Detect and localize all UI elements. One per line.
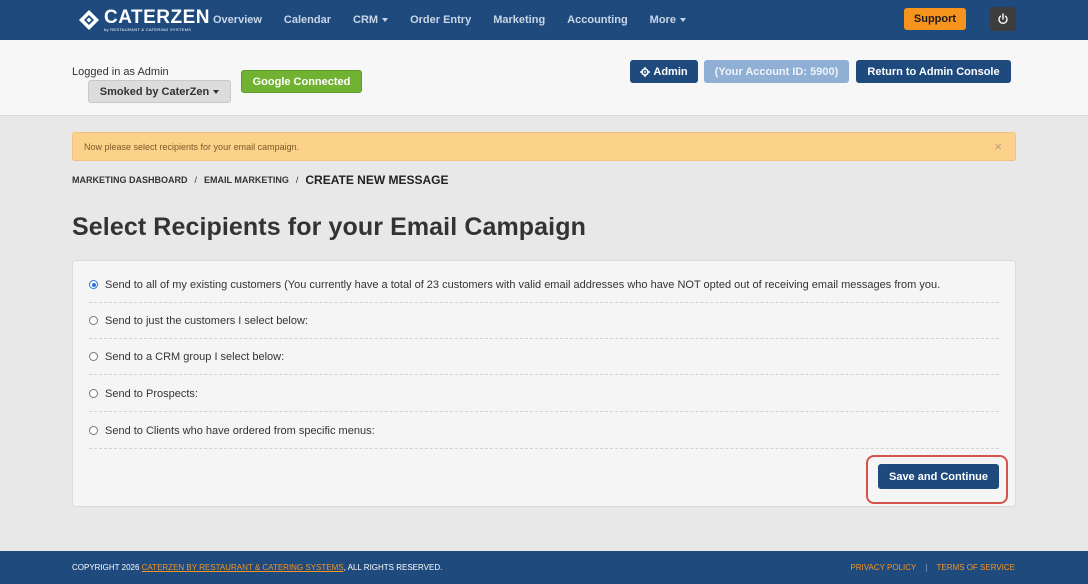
caterzen-link[interactable]: CATERZEN BY RESTAURANT & CATERING SYSTEM… — [142, 563, 344, 572]
caterzen-logo[interactable]: CATERZEN by RESTAURANT & CATERING SYSTEM… — [78, 8, 210, 32]
gear-icon — [640, 66, 651, 77]
radio-button[interactable] — [89, 280, 98, 289]
recipient-option-select-customers[interactable]: Send to just the customers I select belo… — [89, 303, 999, 339]
privacy-policy-link[interactable]: PRIVACY POLICY — [850, 563, 916, 572]
breadcrumb-marketing-dashboard[interactable]: MARKETING DASHBOARD — [72, 175, 188, 185]
nav-marketing[interactable]: Marketing — [493, 14, 545, 26]
nav-crm[interactable]: CRM — [353, 14, 389, 26]
logged-in-text: Logged in as Admin — [72, 66, 169, 78]
nav-order-entry[interactable]: Order Entry — [410, 14, 471, 26]
radio-button[interactable] — [89, 426, 98, 435]
caret-down-icon — [382, 18, 389, 22]
power-icon — [998, 13, 1008, 25]
breadcrumb-email-marketing[interactable]: EMAIL MARKETING — [204, 175, 289, 185]
account-selector-dropdown[interactable]: Smoked by CaterZen — [88, 80, 231, 103]
footer-divider: | — [925, 563, 928, 572]
recipients-panel: Send to all of my existing customers (Yo… — [72, 260, 1016, 507]
breadcrumb-current: CREATE NEW MESSAGE — [305, 173, 449, 187]
brand-tagline: by RESTAURANT & CATERING SYSTEMS — [104, 27, 192, 32]
breadcrumb-separator: / — [194, 175, 198, 185]
nav-more[interactable]: More — [650, 14, 686, 26]
top-navbar: CATERZEN by RESTAURANT & CATERING SYSTEM… — [0, 0, 1088, 40]
nav-accounting[interactable]: Accounting — [567, 14, 628, 26]
breadcrumb: MARKETING DASHBOARD / EMAIL MARKETING / … — [72, 173, 449, 187]
copyright-text: COPYRIGHT 2026 CATERZEN BY RESTAURANT & … — [72, 563, 443, 572]
alert-message: Now please select recipients for your em… — [84, 141, 300, 152]
info-alert: Now please select recipients for your em… — [72, 132, 1016, 161]
nav-overview[interactable]: Overview — [213, 14, 262, 26]
diamond-logo-icon — [78, 9, 100, 31]
google-connected-badge[interactable]: Google Connected — [241, 70, 362, 93]
nav-calendar[interactable]: Calendar — [284, 14, 331, 26]
radio-button[interactable] — [89, 352, 98, 361]
support-button[interactable]: Support — [904, 8, 966, 30]
caret-down-icon — [213, 89, 220, 94]
caret-down-icon — [679, 18, 686, 22]
radio-button[interactable] — [89, 389, 98, 398]
close-icon[interactable]: × — [994, 139, 1002, 154]
account-id-badge: (Your Account ID: 5900) — [704, 60, 849, 83]
terms-of-service-link[interactable]: TERMS OF SERVICE — [936, 563, 1015, 572]
footer-links: PRIVACY POLICY | TERMS OF SERVICE — [850, 563, 1015, 572]
page-title: Select Recipients for your Email Campaig… — [72, 213, 586, 241]
logout-button[interactable] — [990, 7, 1016, 31]
main-nav: Overview Calendar CRM Order Entry Market… — [213, 0, 708, 40]
return-admin-console-button[interactable]: Return to Admin Console — [856, 60, 1011, 83]
admin-button[interactable]: Admin — [630, 60, 698, 83]
recipient-option-prospects[interactable]: Send to Prospects: — [89, 376, 999, 412]
breadcrumb-separator: / — [295, 175, 299, 185]
recipient-option-crm-group[interactable]: Send to a CRM group I select below: — [89, 339, 999, 375]
recipient-option-menu-clients[interactable]: Send to Clients who have ordered from sp… — [89, 413, 999, 449]
save-and-continue-button[interactable]: Save and Continue — [878, 464, 999, 489]
footer: COPYRIGHT 2026 CATERZEN BY RESTAURANT & … — [0, 551, 1088, 584]
brand-name: CATERZEN — [104, 7, 211, 28]
recipient-option-all-customers[interactable]: Send to all of my existing customers (Yo… — [89, 267, 999, 303]
radio-button[interactable] — [89, 316, 98, 325]
